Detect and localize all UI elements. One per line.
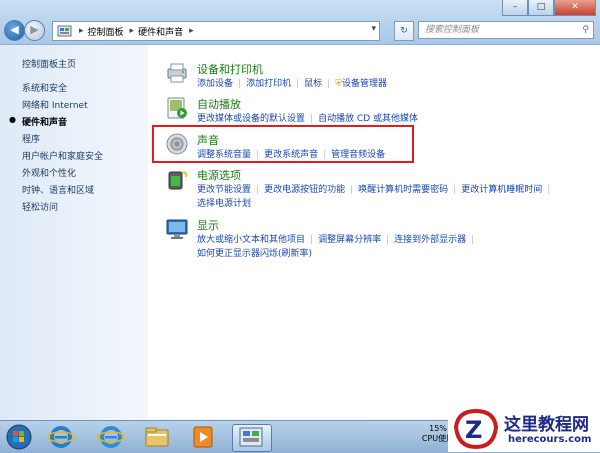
back-arrow-icon: ◀ [10, 23, 19, 36]
search-icon[interactable]: ⚲ [582, 22, 589, 39]
sidebar-item-programs[interactable]: 程序 [22, 132, 40, 145]
sidebar-item-user-accounts[interactable]: 用户帐户和家庭安全 [22, 149, 103, 162]
sidebar-item-ease-of-access[interactable]: 轻松访问 [22, 200, 58, 213]
sidebar-item-system-security[interactable]: 系统和安全 [22, 81, 67, 94]
category-links-row2: 如何更正显示器闪烁(刷新率) [197, 246, 312, 259]
control-panel-icon [239, 427, 263, 447]
breadcrumb-control-panel[interactable]: 控制面板 [88, 25, 124, 38]
window-controls: – □ ✕ [502, 0, 596, 16]
printer-icon[interactable] [165, 61, 189, 85]
taskbar-ie[interactable] [46, 424, 84, 450]
link-power-button-function[interactable]: 更改电源按钮的功能 [264, 185, 345, 195]
category-title[interactable]: 显示 [197, 217, 219, 233]
sidebar: 控制面板主页 系统和安全 网络和 Internet ● 硬件和声音 程序 用户帐… [0, 45, 148, 420]
shield-icon: ⛨ [335, 79, 342, 89]
link-change-sleep-time[interactable]: 更改计算机睡眠时间 [461, 185, 542, 195]
watermark-url: herecours.com [508, 434, 592, 445]
category-links: 更改节能设置 | 更改电源按钮的功能 | 唤醒计算机时需要密码 | 更改计算机睡眠时间 | [197, 185, 551, 195]
sidebar-item-home[interactable]: 控制面板主页 [22, 57, 76, 70]
start-button[interactable] [4, 424, 42, 450]
breadcrumb-separator-icon: ▸ [129, 26, 135, 36]
category-title[interactable]: 电源选项 [197, 167, 241, 183]
link-add-device[interactable]: 添加设备 [197, 79, 233, 89]
sound-highlight-box [152, 125, 414, 163]
category-title[interactable]: 设备和打印机 [197, 61, 263, 77]
internet-explorer-icon [47, 426, 75, 448]
maximize-button[interactable]: □ [528, 0, 554, 16]
active-bullet-icon: ● [9, 115, 16, 124]
breadcrumb-separator-icon: ▸ [79, 26, 84, 36]
link-require-password-wake[interactable]: 唤醒计算机时需要密码 [358, 185, 448, 195]
address-dropdown-icon[interactable]: ▾ [371, 24, 376, 34]
link-make-text-larger-smaller[interactable]: 放大或缩小文本和其他项目 [197, 235, 305, 245]
taskbar-media-player[interactable] [188, 424, 226, 450]
taskbar-ie-2[interactable] [96, 424, 134, 450]
link-connect-external-display[interactable]: 连接到外部显示器 [394, 235, 466, 245]
autoplay-icon[interactable] [165, 96, 189, 120]
link-change-power-saving[interactable]: 更改节能设置 [197, 185, 251, 195]
back-button[interactable]: ◀ [4, 20, 25, 41]
link-change-default-settings[interactable]: 更改媒体或设备的默认设置 [197, 114, 305, 124]
category-title[interactable]: 自动播放 [197, 96, 241, 112]
minimize-button[interactable]: – [502, 0, 528, 16]
link-add-printer[interactable]: 添加打印机 [246, 79, 291, 89]
breadcrumb-hardware-sound[interactable]: 硬件和声音 [138, 25, 183, 38]
address-bar[interactable]: ▸ 控制面板 ▸ 硬件和声音 ▸ ▾ [52, 21, 380, 41]
category-links: 更改媒体或设备的默认设置 | 自动播放 CD 或其他媒体 [197, 114, 418, 124]
link-fix-flicker[interactable]: 如何更正显示器闪烁(刷新率) [197, 249, 312, 259]
media-player-icon [193, 426, 213, 448]
control-panel-icon [57, 25, 72, 37]
title-bar: – □ ✕ ◀ ▶ ▸ 控制面板 ▸ 硬件和声音 ▸ ▾ ↻ 搜索控制面板 ⚲ [0, 0, 600, 45]
refresh-button[interactable]: ↻ [394, 21, 414, 41]
close-button[interactable]: ✕ [554, 0, 596, 16]
breadcrumb-separator-icon: ▸ [189, 26, 194, 36]
category-links: 添加设备 | 添加打印机 | 鼠标 | ⛨设备管理器 [197, 79, 387, 89]
forward-button[interactable]: ▶ [24, 20, 45, 41]
search-placeholder: 搜索控制面板 [425, 25, 480, 35]
taskbar-control-panel[interactable] [232, 424, 272, 452]
power-options-icon[interactable] [165, 167, 189, 191]
svg-text:Z: Z [465, 416, 482, 444]
refresh-icon: ↻ [400, 26, 408, 36]
link-adjust-resolution[interactable]: 调整屏幕分辨率 [318, 235, 381, 245]
category-links: 放大或缩小文本和其他项目 | 调整屏幕分辨率 | 连接到外部显示器 | [197, 235, 475, 245]
forward-arrow-icon: ▶ [30, 23, 39, 36]
sidebar-item-network[interactable]: 网络和 Internet [22, 98, 88, 111]
watermark-logo-icon: Z [453, 408, 499, 450]
search-input[interactable]: 搜索控制面板 ⚲ [418, 21, 594, 39]
folder-icon [145, 427, 169, 447]
internet-explorer-icon [97, 426, 125, 448]
category-links-row2: 选择电源计划 [197, 196, 251, 209]
sidebar-item-clock-language[interactable]: 时钟、语言和区域 [22, 183, 94, 196]
watermark-name: 这里教程网 [504, 415, 589, 435]
link-choose-power-plan[interactable]: 选择电源计划 [197, 199, 251, 209]
link-device-manager[interactable]: 设备管理器 [342, 79, 387, 89]
main-content: 设备和打印机 添加设备 | 添加打印机 | 鼠标 | ⛨设备管理器 自动播放 更改媒体或设备… [149, 45, 600, 420]
sidebar-item-appearance[interactable]: 外观和个性化 [22, 166, 76, 179]
link-autoplay-cd[interactable]: 自动播放 CD 或其他媒体 [318, 114, 418, 124]
taskbar-explorer[interactable] [142, 424, 180, 450]
sidebar-item-hardware-sound[interactable]: 硬件和声音 [22, 115, 67, 128]
link-mouse[interactable]: 鼠标 [304, 79, 322, 89]
windows-start-icon [6, 424, 32, 450]
display-icon[interactable] [165, 217, 189, 241]
watermark: Z 这里教程网 herecours.com [448, 406, 600, 452]
